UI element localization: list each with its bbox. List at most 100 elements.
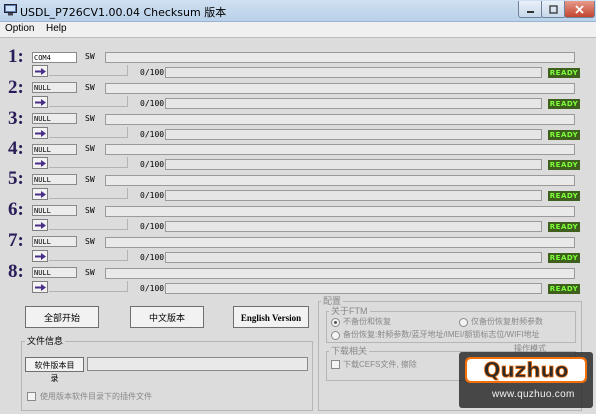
window-title: USDL_P726CV1.00.04 Checksum 版本 xyxy=(20,6,227,19)
start-port-button[interactable] xyxy=(32,127,48,139)
title-bar: USDL_P726CV1.00.04 Checksum 版本 xyxy=(0,0,596,22)
english-version-button[interactable]: English Version xyxy=(233,306,309,328)
port-separator xyxy=(49,96,128,107)
arrow-right-icon xyxy=(35,284,46,291)
progress-bar xyxy=(165,67,542,78)
port-name-field: NULL xyxy=(32,174,77,185)
full-backup-radio[interactable] xyxy=(331,331,340,340)
sw-version-field xyxy=(105,206,575,217)
port-separator xyxy=(49,127,128,138)
progress-text: 0/100 xyxy=(140,130,165,139)
port-name-field: NULL xyxy=(32,82,77,93)
port-number: 7: xyxy=(8,230,24,251)
progress-bar xyxy=(165,98,542,109)
sw-label: SW xyxy=(85,237,95,246)
menu-help[interactable]: Help xyxy=(46,23,67,34)
progress-text: 0/100 xyxy=(140,253,165,262)
sw-label: SW xyxy=(85,206,95,215)
status-badge: READY xyxy=(548,68,580,78)
port-name-field: COM4 xyxy=(32,52,77,63)
sw-label: SW xyxy=(85,175,95,184)
sw-label: SW xyxy=(85,83,95,92)
port-number: 8: xyxy=(8,261,24,282)
status-badge: READY xyxy=(548,253,580,263)
sw-version-field xyxy=(105,83,575,94)
start-port-button[interactable] xyxy=(32,250,48,262)
port-separator xyxy=(49,65,128,76)
port-name-field: NULL xyxy=(32,205,77,216)
port-number: 4: xyxy=(8,138,24,159)
close-icon xyxy=(575,5,584,14)
maximize-button[interactable] xyxy=(541,1,566,18)
quzhuo-logo-text: Quzhuo xyxy=(483,358,568,382)
no-backup-radio[interactable] xyxy=(331,318,340,327)
config-label: 配置 xyxy=(321,296,344,306)
watermark-url: www.quzhuo.com xyxy=(492,389,575,400)
full-backup-label: 备份恢复:射频参数/蓝牙地址/IMEI/额锁标志位/WIFI地址 xyxy=(343,330,540,339)
software-dir-button[interactable]: 软件版本目录 xyxy=(25,357,84,383)
maximize-icon xyxy=(549,5,558,14)
arrow-right-icon xyxy=(35,253,46,260)
start-port-button[interactable] xyxy=(32,96,48,108)
status-badge: READY xyxy=(548,284,580,294)
progress-text: 0/100 xyxy=(140,222,165,231)
status-badge: READY xyxy=(548,160,580,170)
port-separator xyxy=(49,250,128,261)
menu-option[interactable]: Option xyxy=(5,23,34,34)
cefs-checkbox-label: 下载CEFS文件, 擦除 xyxy=(343,360,417,369)
start-port-button[interactable] xyxy=(32,65,48,77)
sw-version-field xyxy=(105,268,575,279)
progress-text: 0/100 xyxy=(140,191,165,200)
port-name-field: NULL xyxy=(32,144,77,155)
port-separator xyxy=(49,157,128,168)
port-separator xyxy=(49,188,128,199)
rf-backup-label: 仅备份恢复射频参数 xyxy=(471,317,543,326)
arrow-right-icon xyxy=(35,160,46,167)
arrow-right-icon xyxy=(35,68,46,75)
minimize-button[interactable] xyxy=(518,1,543,18)
port-separator xyxy=(49,281,128,292)
sw-label: SW xyxy=(85,144,95,153)
download-label: 下载相关 xyxy=(329,346,370,356)
progress-text: 0/100 xyxy=(140,160,165,169)
port-number: 2: xyxy=(8,77,24,98)
sw-version-field xyxy=(105,237,575,248)
port-number: 1: xyxy=(8,46,24,67)
sw-version-field xyxy=(105,175,575,186)
chinese-version-button[interactable]: 中文版本 xyxy=(130,306,204,328)
progress-text: 0/100 xyxy=(140,99,165,108)
software-dir-path-field[interactable] xyxy=(87,357,308,371)
no-backup-label: 不备份和恢复 xyxy=(343,317,391,326)
progress-bar xyxy=(165,221,542,232)
start-port-button[interactable] xyxy=(32,188,48,200)
start-port-button[interactable] xyxy=(32,281,48,293)
quzhuo-logo: Quzhuo xyxy=(465,357,587,383)
port-name-field: NULL xyxy=(32,267,77,278)
sw-version-field xyxy=(105,52,575,63)
close-button[interactable] xyxy=(564,1,595,18)
progress-bar xyxy=(165,190,542,201)
arrow-right-icon xyxy=(35,191,46,198)
progress-bar xyxy=(165,129,542,140)
arrow-right-icon xyxy=(35,222,46,229)
sw-label: SW xyxy=(85,114,95,123)
plugin-checkbox[interactable] xyxy=(27,392,36,401)
cefs-checkbox[interactable] xyxy=(331,360,340,369)
port-number: 6: xyxy=(8,199,24,220)
start-port-button[interactable] xyxy=(32,219,48,231)
progress-text: 0/100 xyxy=(140,68,165,77)
rf-backup-radio[interactable] xyxy=(459,318,468,327)
start-port-button[interactable] xyxy=(32,157,48,169)
sw-label: SW xyxy=(85,268,95,277)
progress-bar xyxy=(165,252,542,263)
port-name-field: NULL xyxy=(32,236,77,247)
arrow-right-icon xyxy=(35,99,46,106)
port-name-field: NULL xyxy=(32,113,77,124)
port-number: 3: xyxy=(8,108,24,129)
sw-version-field xyxy=(105,114,575,125)
plugin-checkbox-label: 使用版本软件目录下的插件文件 xyxy=(40,392,152,401)
start-all-button[interactable]: 全部开始 xyxy=(25,306,99,328)
sw-label: SW xyxy=(85,52,95,61)
progress-bar xyxy=(165,159,542,170)
progress-text: 0/100 xyxy=(140,284,165,293)
